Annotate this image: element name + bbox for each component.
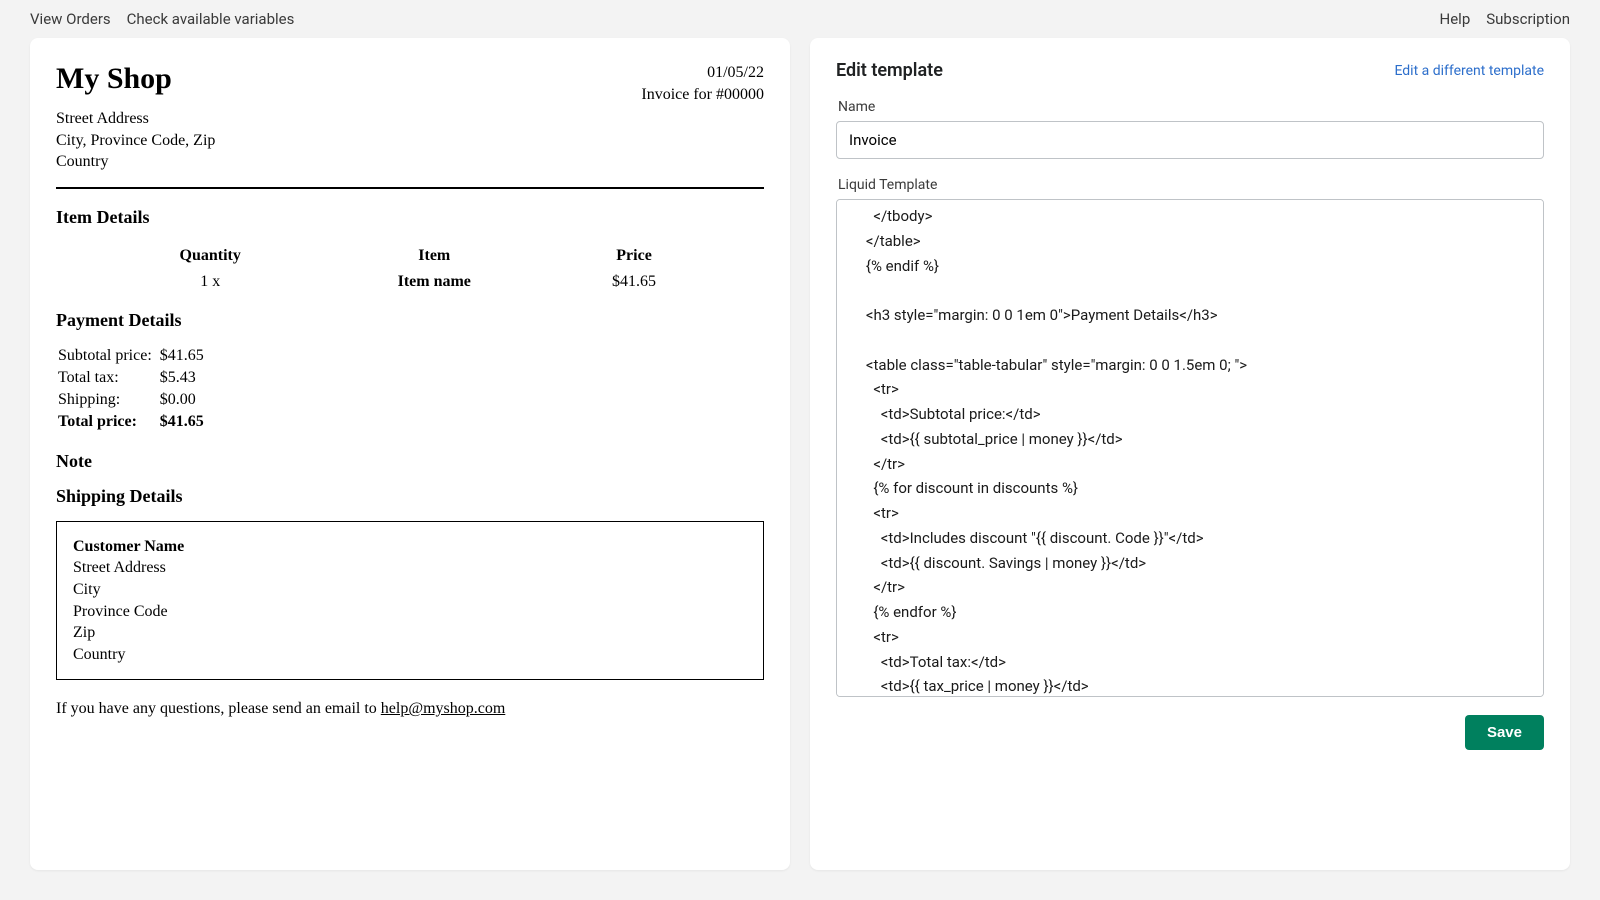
liquid-code[interactable]: </tbody> </table> {% endif %} <h3 style=… bbox=[837, 204, 1543, 697]
item-qty: 1 x bbox=[108, 270, 313, 294]
customer-name: Customer Name bbox=[73, 536, 747, 558]
item-name: Item name bbox=[315, 270, 554, 294]
subscription-link[interactable]: Subscription bbox=[1486, 10, 1570, 28]
template-editor-panel: Edit template Edit a different template … bbox=[810, 38, 1570, 870]
topbar: View Orders Check available variables He… bbox=[0, 0, 1600, 38]
total-value: $41.65 bbox=[158, 411, 210, 433]
total-label: Total price: bbox=[56, 411, 158, 433]
shop-address-line1: Street Address bbox=[56, 108, 215, 130]
item-details-heading: Item Details bbox=[56, 207, 764, 228]
ship-line4: Zip bbox=[73, 622, 747, 644]
tax-value: $5.43 bbox=[158, 367, 210, 389]
footer-note: If you have any questions, please send a… bbox=[56, 700, 764, 718]
col-price: Price bbox=[556, 244, 713, 268]
liquid-template-editor[interactable]: </tbody> </table> {% endif %} <h3 style=… bbox=[836, 199, 1544, 697]
check-variables-link[interactable]: Check available variables bbox=[127, 10, 295, 28]
item-price: $41.65 bbox=[556, 270, 713, 294]
edit-template-heading: Edit template bbox=[836, 60, 943, 81]
liquid-field-label: Liquid Template bbox=[838, 177, 1544, 193]
divider bbox=[56, 187, 764, 189]
invoice-preview-panel: My Shop Street Address City, Province Co… bbox=[30, 38, 790, 870]
invoice-date: 01/05/22 bbox=[641, 62, 764, 84]
shipping-details-heading: Shipping Details bbox=[56, 486, 764, 507]
col-quantity: Quantity bbox=[108, 244, 313, 268]
subtotal-label: Subtotal price: bbox=[56, 345, 158, 367]
subtotal-value: $41.65 bbox=[158, 345, 210, 367]
footer-text: If you have any questions, please send a… bbox=[56, 700, 381, 717]
shop-address-line3: Country bbox=[56, 151, 215, 173]
view-orders-link[interactable]: View Orders bbox=[30, 10, 111, 28]
shipping-address-box: Customer Name Street Address City Provin… bbox=[56, 521, 764, 681]
help-link[interactable]: Help bbox=[1440, 10, 1471, 28]
shipping-value: $0.00 bbox=[158, 389, 210, 411]
shipping-label: Shipping: bbox=[56, 389, 158, 411]
ship-line3: Province Code bbox=[73, 601, 747, 623]
items-table: Quantity Item Price 1 x Item name $41.65 bbox=[106, 242, 715, 296]
shop-address-line2: City, Province Code, Zip bbox=[56, 130, 215, 152]
item-row: 1 x Item name $41.65 bbox=[108, 270, 713, 294]
footer-email-link[interactable]: help@myshop.com bbox=[381, 700, 506, 717]
ship-line1: Street Address bbox=[73, 557, 747, 579]
ship-line5: Country bbox=[73, 644, 747, 666]
payment-details-heading: Payment Details bbox=[56, 310, 764, 331]
save-button[interactable]: Save bbox=[1465, 715, 1544, 750]
template-name-input[interactable] bbox=[836, 121, 1544, 159]
tax-label: Total tax: bbox=[56, 367, 158, 389]
name-field-label: Name bbox=[838, 99, 1544, 115]
col-item: Item bbox=[315, 244, 554, 268]
edit-different-template-link[interactable]: Edit a different template bbox=[1394, 63, 1544, 79]
payment-table: Subtotal price: $41.65 Total tax: $5.43 … bbox=[56, 345, 210, 433]
note-heading: Note bbox=[56, 451, 764, 472]
ship-line2: City bbox=[73, 579, 747, 601]
invoice-number: Invoice for #00000 bbox=[641, 84, 764, 106]
shop-name: My Shop bbox=[56, 62, 215, 96]
